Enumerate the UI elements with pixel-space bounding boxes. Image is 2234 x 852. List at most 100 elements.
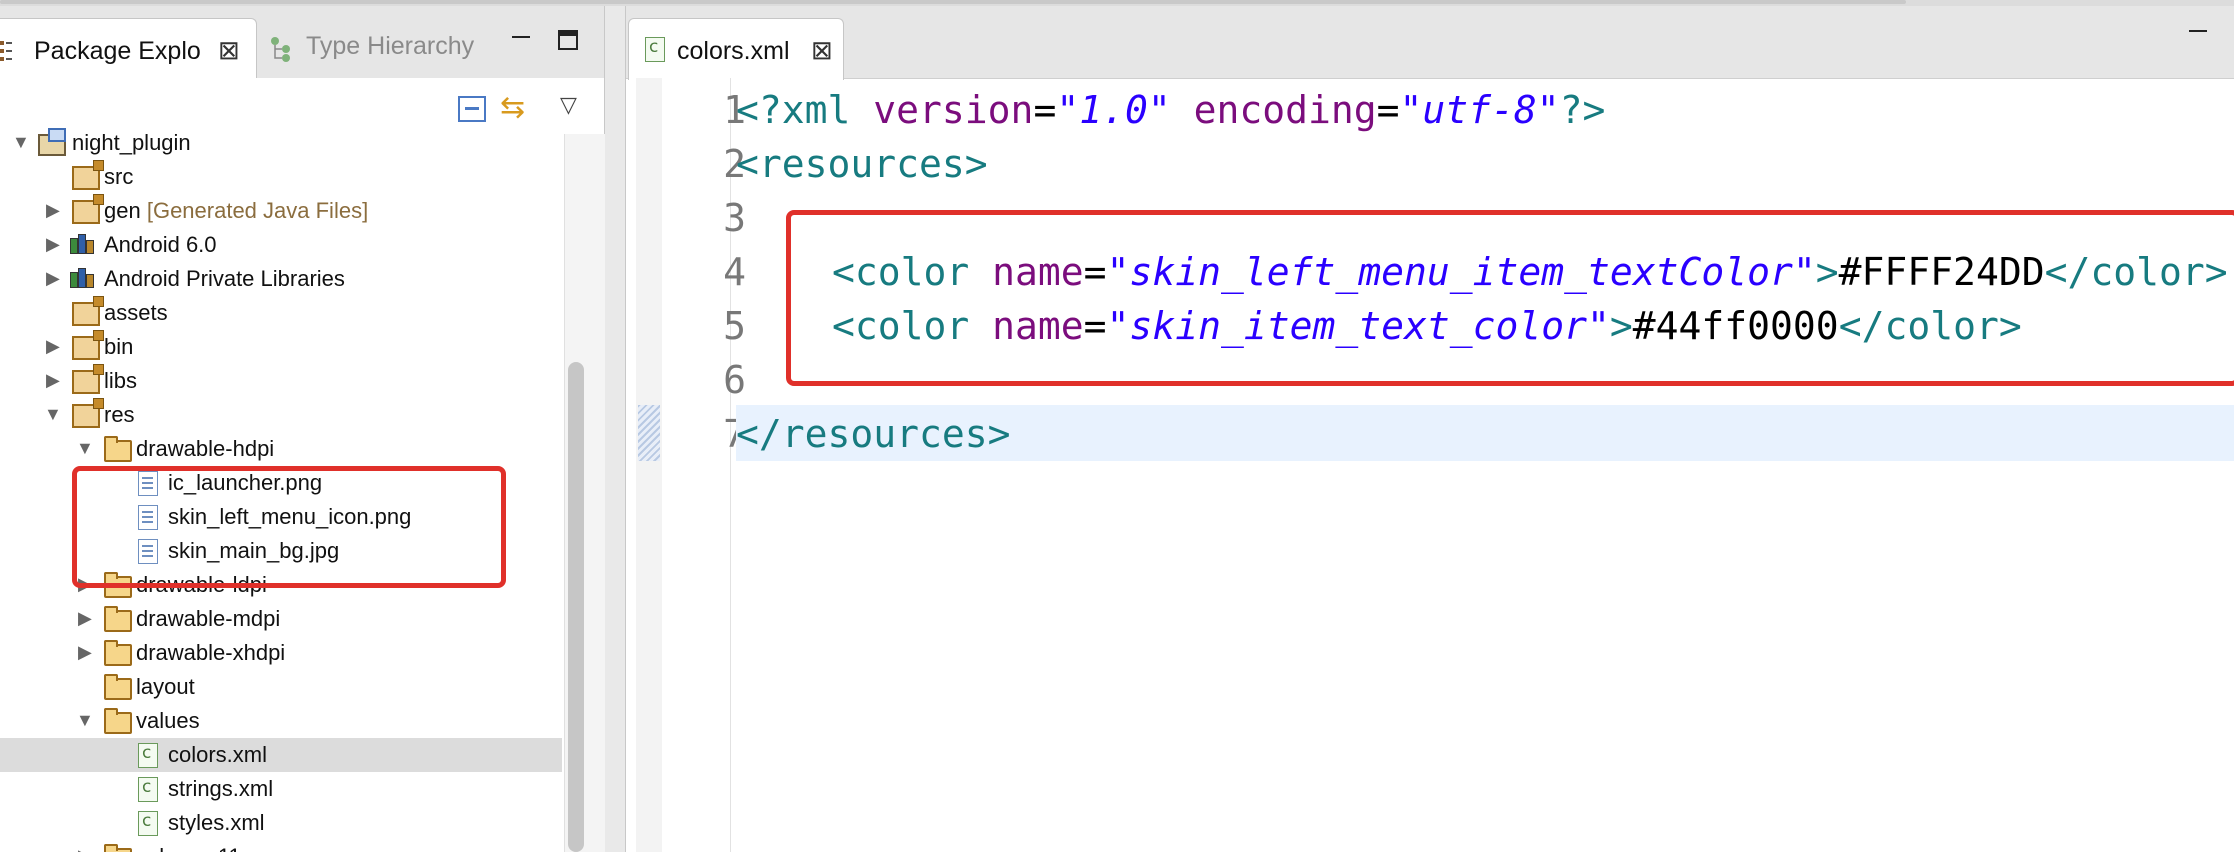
tree-scrollbar-thumb[interactable] (568, 362, 584, 852)
current-line-marker (638, 405, 660, 461)
tab-package-explorer[interactable]: Package Explo ⊠ (0, 18, 257, 80)
package-folder-icon (72, 364, 104, 394)
line-number: 1 (723, 88, 746, 132)
code-line-2: <resources> (736, 142, 988, 186)
collapse-chevron-icon[interactable]: ▶ (46, 370, 60, 391)
tree-item-drawable-xhdpi[interactable]: ▶ drawable-xhdpi (0, 636, 562, 670)
tree-item-label: strings.xml (168, 776, 274, 801)
collapse-chevron-icon[interactable]: ▶ (46, 268, 60, 289)
folder-icon (104, 708, 132, 734)
tree-item-layout[interactable]: layout (0, 670, 562, 704)
tree-item-label: drawable-xhdpi (136, 640, 286, 665)
tree-item-assets[interactable]: assets (0, 296, 562, 330)
package-folder-icon (72, 330, 104, 360)
package-explorer-icon (0, 41, 12, 61)
package-explorer-view: Package Explo ⊠ Type Hierarchy ⇆ ▽ ▼ nig… (0, 6, 605, 852)
tree-item-drawable-mdpi[interactable]: ▶ drawable-mdpi (0, 602, 562, 636)
tree-item-label: values-v11 (136, 844, 241, 852)
tree-item-label: gen [Generated Java Files] (104, 198, 369, 223)
package-folder-icon (72, 160, 104, 190)
expand-chevron-icon[interactable]: ▼ (12, 132, 30, 153)
code-area[interactable]: <?xml version="1.0" encoding="utf-8"?> <… (736, 78, 2234, 852)
top-scroll-track (0, 0, 1906, 4)
close-icon[interactable]: ⊠ (811, 35, 833, 66)
tree-item-label: colors.xml (168, 742, 268, 767)
tree-item-drawable-hdpi[interactable]: ▼ drawable-hdpi (0, 432, 562, 466)
project-icon (36, 128, 66, 156)
tree-item-label: styles.xml (168, 810, 265, 835)
collapse-chevron-icon[interactable]: ▶ (46, 336, 60, 357)
tree-item-label: bin (104, 334, 134, 359)
tab-type-hierarchy[interactable]: Type Hierarchy (270, 32, 475, 62)
overview-ruler (636, 78, 662, 852)
code-line-7: </resources> (736, 412, 1011, 456)
tree-item-src[interactable]: src (0, 160, 562, 194)
line-number: 6 (723, 358, 746, 402)
collapse-all-icon[interactable] (458, 96, 486, 122)
tree-item-values-v11[interactable]: ▶ values-v11 (0, 840, 562, 852)
xml-file-icon (138, 743, 158, 768)
tree-item-label: night_plugin (72, 130, 191, 155)
close-icon[interactable]: ⊠ (218, 35, 240, 66)
editor-tab-label: colors.xml (677, 37, 790, 65)
xml-file-icon (138, 777, 158, 802)
tree-item-label: libs (104, 368, 138, 393)
tree-item-styles-xml[interactable]: styles.xml (0, 806, 562, 840)
collapse-chevron-icon[interactable]: ▶ (46, 234, 60, 255)
line-number: 3 (723, 196, 746, 240)
line-number-gutter: 1 2 3 4 5 6 7 (662, 78, 746, 852)
tree-item-strings-xml[interactable]: strings.xml (0, 772, 562, 806)
line-number: 7 (723, 412, 746, 456)
collapse-chevron-icon[interactable]: ▶ (78, 846, 92, 852)
generated-files-decoration: [Generated Java Files] (146, 198, 369, 223)
annotation-highlight-box (72, 466, 506, 588)
tree-item-label: Android 6.0 (104, 232, 217, 257)
folder-icon (104, 606, 132, 632)
tree-item-label: Android Private Libraries (104, 266, 345, 291)
tree-item-label: src (104, 164, 134, 189)
library-icon (70, 234, 98, 254)
tab-type-hierarchy-label: Type Hierarchy (306, 32, 475, 60)
tree-item-night-plugin[interactable]: ▼ night_plugin (0, 126, 562, 160)
expand-chevron-icon[interactable]: ▼ (76, 710, 94, 731)
view-menu-chevron-icon[interactable]: ▽ (560, 92, 577, 118)
line-number: 2 (723, 142, 746, 186)
annotation-highlight-box (786, 210, 2234, 386)
tab-colors-xml[interactable]: colors.xml ⊠ (628, 18, 844, 80)
tree-item-label: res (104, 402, 135, 427)
library-icon (70, 268, 98, 288)
collapse-chevron-icon[interactable]: ▶ (78, 642, 92, 663)
package-folder-icon (72, 296, 104, 326)
line-number: 5 (723, 304, 746, 348)
line-number: 4 (723, 250, 746, 294)
tree-item-libs[interactable]: ▶ libs (0, 364, 562, 398)
minimize-icon[interactable] (2189, 30, 2207, 32)
xml-file-icon (138, 811, 158, 836)
package-folder-icon (72, 194, 104, 224)
expand-chevron-icon[interactable]: ▼ (76, 438, 94, 459)
package-folder-icon (72, 398, 104, 428)
tree-item-android-6[interactable]: ▶ Android 6.0 (0, 228, 562, 262)
minimize-icon[interactable] (512, 36, 530, 38)
xml-file-icon (645, 37, 665, 62)
tree-item-gen[interactable]: ▶ gen [Generated Java Files] (0, 194, 562, 228)
link-with-editor-icon[interactable]: ⇆ (500, 90, 525, 125)
tree-item-label: layout (136, 674, 195, 699)
folder-icon (104, 436, 132, 462)
expand-chevron-icon[interactable]: ▼ (44, 404, 62, 425)
tree-item-label: drawable-mdpi (136, 606, 281, 631)
type-hierarchy-icon (271, 37, 290, 62)
code-line-1: <?xml version="1.0" encoding="utf-8"?> (736, 88, 1606, 132)
tree-item-android-private-libraries[interactable]: ▶ Android Private Libraries (0, 262, 562, 296)
tree-item-values[interactable]: ▼ values (0, 704, 562, 738)
tree-item-res[interactable]: ▼ res (0, 398, 562, 432)
xml-editor: colors.xml ⊠ 1 2 3 4 5 6 7 <?xml version… (625, 6, 2234, 852)
tree-item-bin[interactable]: ▶ bin (0, 330, 562, 364)
maximize-icon[interactable] (558, 30, 578, 50)
folder-icon (104, 640, 132, 666)
tree-item-colors-xml[interactable]: colors.xml (0, 738, 562, 772)
folder-icon (104, 674, 132, 700)
collapse-chevron-icon[interactable]: ▶ (78, 608, 92, 629)
panel-sash[interactable] (605, 6, 625, 852)
collapse-chevron-icon[interactable]: ▶ (46, 200, 60, 221)
